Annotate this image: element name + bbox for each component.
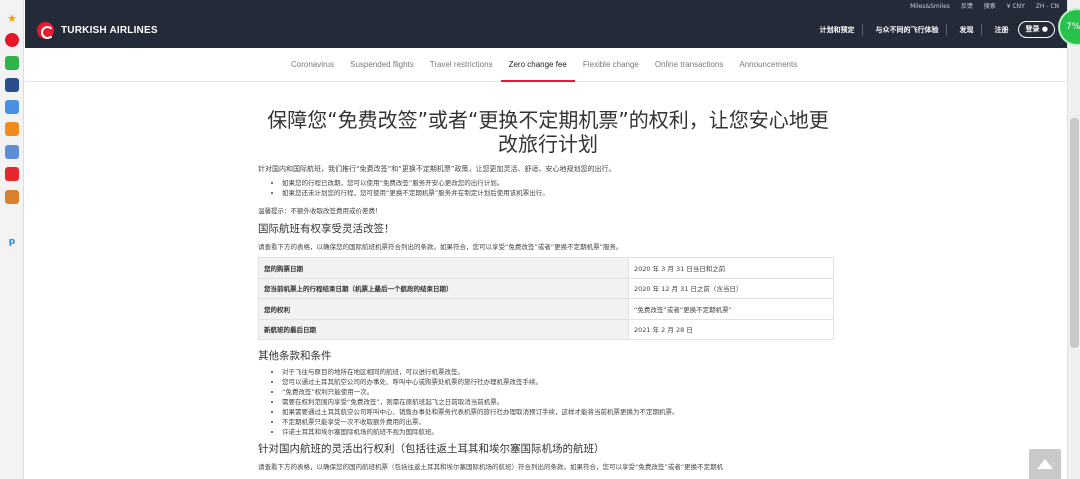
list-item: 如果您还未计划您的行程，您可使用“更换不定期机票”服务并在制定计划后使用该机票出… — [282, 188, 838, 198]
table-key: 您的购票日期 — [258, 257, 629, 279]
feedback-link[interactable]: 反馈 — [961, 3, 973, 10]
list-item: 对于飞往与原目的地所在地区相同的航班，可以进行机票改签。 — [282, 367, 838, 377]
game-icon[interactable] — [5, 122, 19, 136]
tab-zero-change-fee[interactable]: Zero change fee — [500, 48, 575, 82]
star-icon[interactable]: ★ — [5, 12, 19, 26]
section-heading-terms: 其他条款和条件 — [258, 350, 332, 362]
table-value: “免费改签”或者“更换不定期机票” — [628, 298, 834, 320]
notice-text: 温馨提示：不额外收取改签费用或价差费！ — [258, 207, 382, 215]
tab-travel-restrictions[interactable]: Travel restrictions — [422, 48, 501, 82]
section-heading-international: 国际航班有权享受灵活改签！ — [258, 223, 395, 235]
intro-bullets: 如果您的行程已改期，您可以使用“免费改签”服务开安心更改您的出行计划。 如果您还… — [258, 178, 838, 198]
search-link[interactable]: 搜索 — [984, 3, 996, 10]
video-icon[interactable] — [5, 167, 19, 181]
list-item: 如果需要通过土耳其航空公司呼叫中心、销售办事处和票务代表机票的旅行社办理取消预订… — [282, 407, 838, 417]
nav-experience[interactable]: 与众不同的飞行体验 — [875, 25, 938, 35]
user-icon: ● — [1041, 25, 1048, 33]
login-button[interactable]: 登录 ● — [1018, 21, 1055, 38]
currency-select[interactable]: ¥ CNY — [1007, 3, 1025, 10]
tab-coronavirus[interactable]: Coronavirus — [283, 48, 342, 82]
nav-divider — [862, 23, 864, 36]
mail-icon[interactable] — [5, 56, 19, 70]
section-description: 请查看下方的表格，以确保您的国内航班机票（包括往返土耳其和埃尔塞国际机场的航班）… — [258, 463, 724, 471]
table-value: 2020 年 3 月 31 日当日和之前 — [628, 257, 834, 279]
table-value: 2021 年 2 月 28 日 — [628, 318, 834, 340]
tab-flexible-change[interactable]: Flexible change — [575, 48, 647, 82]
weibo-icon[interactable] — [5, 33, 19, 47]
eligibility-table: 您的购票日期 2020 年 3 月 31 日当日和之前 您当前机票上的行程结束日期… — [258, 257, 834, 340]
list-item: 许诺土耳其和埃尔塞国际机场的航班不视为国际航班。 — [282, 427, 838, 437]
back-to-top-button[interactable] — [1029, 449, 1061, 479]
browser-sidebar: ★ p — [0, 0, 24, 479]
scrollbar-thumb[interactable] — [1070, 118, 1079, 348]
table-row: 新航班的最后日期 2021 年 2 月 28 日 — [258, 318, 834, 340]
page-scrollbar[interactable]: 7% — [1060, 0, 1080, 479]
game-icon[interactable] — [5, 145, 19, 159]
login-label: 登录 — [1025, 25, 1040, 33]
nav-plan-book[interactable]: 计划和预定 — [819, 25, 854, 35]
tab-online-transactions[interactable]: Online transactions — [647, 48, 731, 82]
app-icon[interactable] — [5, 78, 19, 92]
brand-name[interactable]: TURKISH AIRLINES — [61, 25, 158, 36]
terms-list: 对于飞往与原目的地所在地区相同的航班，可以进行机票改签。 您可以通过土耳其航空公… — [258, 367, 838, 437]
tab-suspended-flights[interactable]: Suspended flights — [342, 48, 422, 82]
tab-announcements[interactable]: Announcements — [731, 48, 805, 82]
turkish-airlines-logo-icon[interactable] — [37, 22, 54, 39]
document-icon[interactable] — [5, 100, 19, 114]
section-description: 请查看下方的表格，以确保您的国际航班机票符合列出的条款。如果符合，您可以享受“免… — [258, 243, 623, 251]
table-key: 新航班的最后日期 — [258, 318, 629, 340]
nav-discover[interactable]: 发现 — [959, 25, 973, 35]
table-key: 您当前机票上的行程结束日期（机票上最后一个航段的结束日期） — [258, 277, 629, 299]
list-item: “免费改签”权利只能使用一次。 — [282, 387, 838, 397]
list-item: 您可以通过土耳其航空公司的办事处、呼叫中心或购票处机票的旅行社办理机票改签手续。 — [282, 377, 838, 387]
utility-bar: Miles&Smiles 反馈 搜索 ¥ CNY ZH - CN — [25, 0, 1067, 10]
table-key: 您的权利 — [258, 298, 629, 320]
header-nav: 计划和预定 与众不同的飞行体验 发现 注册 登录 ● — [807, 21, 1055, 38]
page-title: 保障您“免费改签”或者“更换不定期机票”的权利，让您安心地更改旅行计划 — [267, 108, 829, 156]
main-content: 保障您“免费改签”或者“更换不定期机票”的权利，让您安心地更改旅行计划 针对国内… — [258, 100, 838, 471]
site-header: TURKISH AIRLINES 计划和预定 与众不同的飞行体验 发现 注册 登… — [25, 10, 1067, 48]
list-item: 不定期机票只能享受一次不收取额外费用的出票。 — [282, 417, 838, 427]
intro-text: 针对国内和国际航班，我们推行“免费改签”和“更换不定期机票”政策，让您更加灵活、… — [258, 165, 616, 173]
table-row: 您的权利 “免费改签”或者“更换不定期机票” — [258, 298, 834, 320]
section-heading-domestic: 针对国内航班的灵活出行权利（包括往返土耳其和埃尔塞国际机场的航班） — [258, 443, 605, 455]
table-value: 2020 年 12 月 31 日之前（含当日） — [628, 277, 834, 299]
p-icon[interactable]: p — [5, 235, 19, 249]
list-item: 如果您的行程已改期，您可以使用“免费改签”服务开安心更改您的出行计划。 — [282, 178, 838, 188]
table-row: 您的购票日期 2020 年 3 月 31 日当日和之前 — [258, 257, 834, 279]
nav-divider — [981, 23, 983, 36]
game-icon[interactable] — [5, 190, 19, 204]
list-item: 需要在权利范围内享受“免费改签”，则需在原航班起飞之日前取消当前机票。 — [282, 397, 838, 407]
nav-divider — [946, 23, 948, 36]
nav-register[interactable]: 注册 — [994, 25, 1008, 35]
sub-navigation: Coronavirus Suspended flights Travel res… — [25, 48, 1067, 82]
table-row: 您当前机票上的行程结束日期（机票上最后一个航段的结束日期） 2020 年 12 月… — [258, 277, 834, 299]
miles-smiles-link[interactable]: Miles&Smiles — [910, 3, 950, 10]
language-select[interactable]: ZH - CN — [1036, 3, 1059, 10]
